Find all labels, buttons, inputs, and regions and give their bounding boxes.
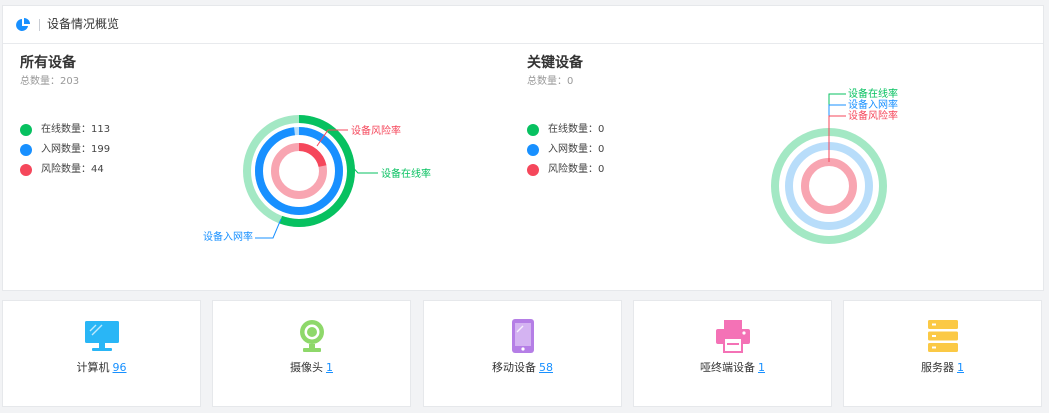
key-devices-title: 关键设备 xyxy=(527,55,583,71)
card-name: 计算机 xyxy=(76,361,110,374)
mobile-device-icon xyxy=(511,319,534,353)
legend-online-text: 在线数量：0 xyxy=(548,124,605,135)
card-name: 哑终端设备 xyxy=(700,361,755,374)
card-label: 移动设备 58 xyxy=(424,361,621,375)
all-devices-ring-chart: 设备风险率设备在线率设备入网率 xyxy=(203,115,431,243)
network-dot xyxy=(527,144,539,156)
pie-chart-icon xyxy=(16,18,30,31)
risk-rate-label: 设备风险率 xyxy=(351,124,401,137)
card-server[interactable]: 服务器 1 xyxy=(843,300,1042,407)
risk-dot xyxy=(527,164,539,176)
card-camera[interactable]: 摄像头 1 xyxy=(212,300,411,407)
online-rate-label: 设备在线率 xyxy=(381,167,431,180)
legend-network-text: 入网数量：199 xyxy=(41,144,111,155)
card-count-link[interactable]: 1 xyxy=(326,361,333,374)
header-divider xyxy=(39,19,40,31)
key-devices-ring-chart: 设备在线率设备入网率设备风险率 xyxy=(771,87,898,244)
device-overview-panel: 设备情况概览 所有设备 总数量：203 在线数量：113 入网数量：199 风险… xyxy=(2,5,1044,291)
card-label: 计算机 96 xyxy=(3,361,200,375)
card-count-link[interactable]: 1 xyxy=(957,361,964,374)
card-count-link[interactable]: 1 xyxy=(758,361,765,374)
key-devices-total-value: 0 xyxy=(567,76,574,87)
key-devices-total-label: 总数量： xyxy=(527,76,567,87)
key-devices-total: 总数量：0 xyxy=(527,76,573,88)
card-name: 服务器 xyxy=(921,361,954,374)
all-devices-title: 所有设备 xyxy=(20,55,76,71)
risk-rate-label: 设备风险率 xyxy=(848,109,898,122)
legend-risk-text: 风险数量：0 xyxy=(548,164,605,175)
card-count-link[interactable]: 58 xyxy=(539,361,553,374)
panel-header: 设备情况概览 xyxy=(3,6,1043,44)
online-dot xyxy=(20,124,32,136)
network-rate-label: 设备入网率 xyxy=(203,230,253,243)
legend-network-text: 入网数量：0 xyxy=(548,144,605,155)
risk-ring-track xyxy=(801,158,857,214)
printer-icon xyxy=(715,320,750,353)
card-name: 摄像头 xyxy=(290,361,323,374)
webcam-icon xyxy=(299,320,324,352)
risk-dot xyxy=(20,164,32,176)
card-name: 移动设备 xyxy=(492,361,536,374)
legend-online-text: 在线数量：113 xyxy=(41,124,111,135)
risk-leader-line xyxy=(828,115,846,162)
online-dot xyxy=(527,124,539,136)
card-mobile[interactable]: 移动设备 58 xyxy=(423,300,622,407)
network-dot xyxy=(20,144,32,156)
all-devices-total: 总数量：203 xyxy=(20,76,79,88)
online-rate-label: 设备在线率 xyxy=(848,87,898,100)
card-label: 摄像头 1 xyxy=(213,361,410,375)
computer-icon xyxy=(84,321,119,351)
legend-risk-text: 风险数量：44 xyxy=(41,164,104,175)
card-computer[interactable]: 计算机 96 xyxy=(2,300,201,407)
all-devices-total-label: 总数量： xyxy=(20,76,60,87)
all-devices-total-value: 203 xyxy=(60,76,80,87)
network-leader-line xyxy=(828,104,846,146)
card-label: 服务器 1 xyxy=(844,361,1041,375)
panel-title: 设备情况概览 xyxy=(47,17,120,31)
network-rate-label: 设备入网率 xyxy=(848,98,898,111)
server-icon xyxy=(927,320,958,352)
card-label: 哑终端设备 1 xyxy=(634,361,831,375)
card-count-link[interactable]: 96 xyxy=(113,361,127,374)
online-leader-line xyxy=(828,93,846,132)
card-dumb-terminal[interactable]: 哑终端设备 1 xyxy=(633,300,832,407)
